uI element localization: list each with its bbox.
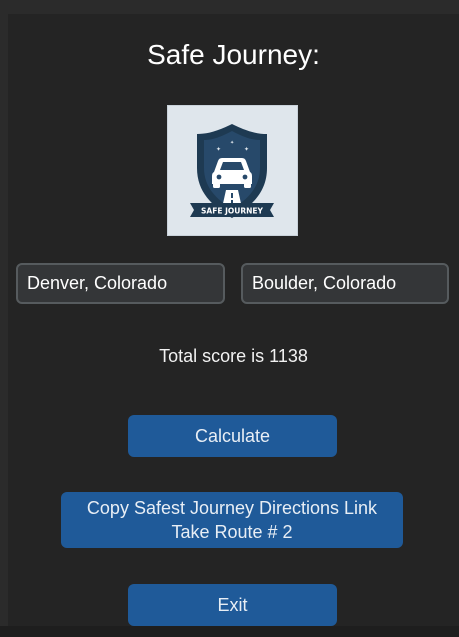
app-window: Safe Journey: ✦ ✦ ✦ SAFE JOURNEY Denver,… <box>8 14 459 626</box>
copy-button-line1: Copy Safest Journey Directions Link <box>86 498 378 518</box>
logo-banner-text: SAFE JOURNEY <box>201 207 263 216</box>
exit-button[interactable]: Exit <box>128 584 337 626</box>
shield-car-icon: ✦ ✦ ✦ SAFE JOURNEY <box>190 124 274 218</box>
calculate-button[interactable]: Calculate <box>128 415 337 457</box>
copy-button-line2: Take Route # 2 <box>171 522 293 542</box>
svg-text:✦: ✦ <box>244 146 249 153</box>
svg-text:✦: ✦ <box>216 146 221 153</box>
svg-text:✦: ✦ <box>230 140 234 146</box>
background-strip <box>0 626 459 637</box>
total-score-text: Total score is 1138 <box>159 346 308 366</box>
origin-input[interactable] <box>16 263 225 304</box>
page-title: Safe Journey: <box>147 39 320 70</box>
copy-directions-link-button[interactable]: Copy Safest Journey Directions Link Take… <box>61 492 403 548</box>
destination-input[interactable] <box>241 263 449 304</box>
safe-journey-logo: ✦ ✦ ✦ SAFE JOURNEY <box>167 105 298 236</box>
